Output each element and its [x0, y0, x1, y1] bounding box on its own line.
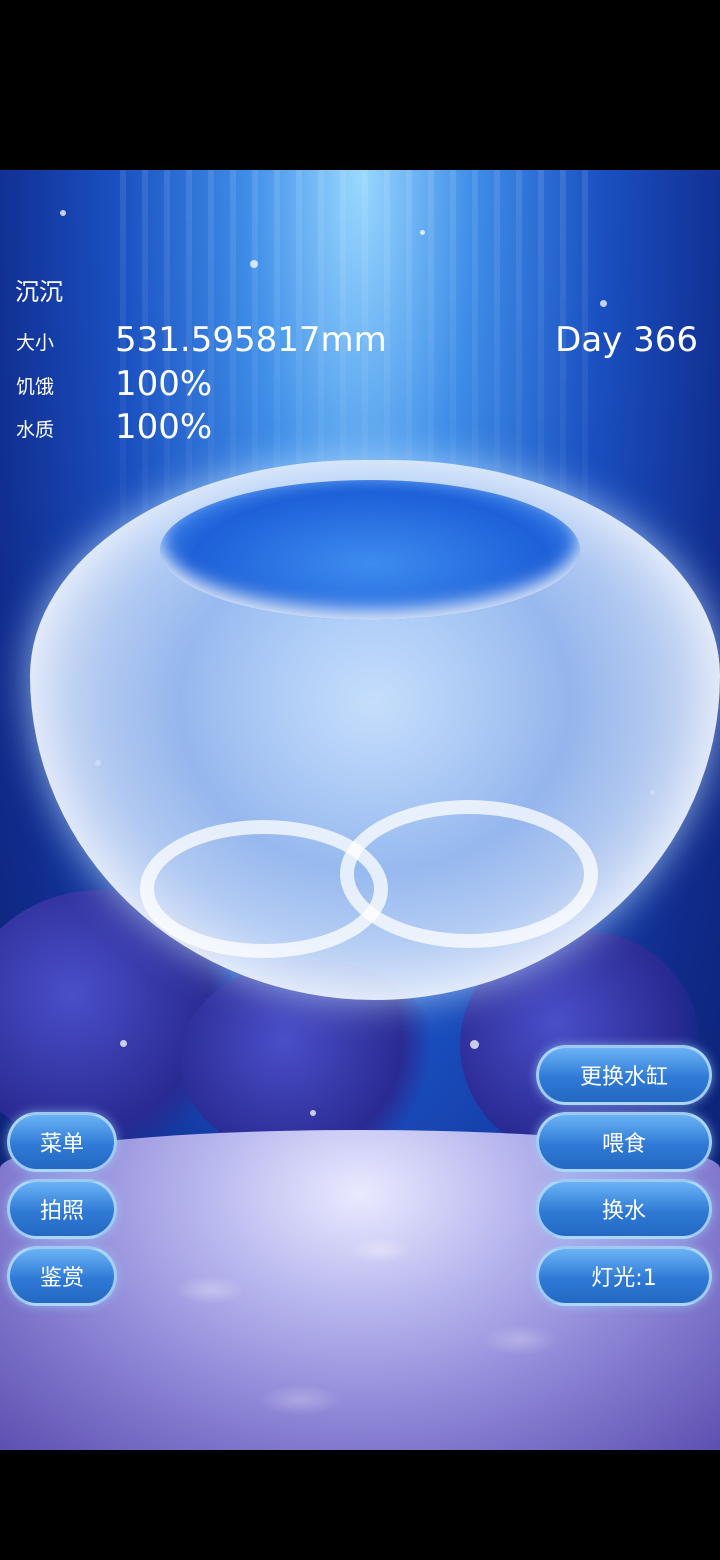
change-tank-button[interactable]: 更换水缸 [536, 1045, 712, 1105]
change-water-button[interactable]: 换水 [536, 1179, 712, 1239]
size-value: 531.595817mm [115, 320, 387, 360]
bubble [60, 210, 66, 216]
appreciate-button[interactable]: 鉴赏 [7, 1246, 117, 1306]
hunger-value: 100% [115, 364, 213, 404]
bubble [600, 300, 607, 307]
size-label: 大小 [16, 332, 55, 354]
water-quality-value: 100% [115, 407, 213, 447]
jellyfish-name: 沉沉 [15, 278, 63, 306]
bubble [120, 1040, 127, 1047]
top-black-bar [0, 0, 720, 170]
jellyfish-bell-opening [160, 480, 580, 620]
bubble [310, 1110, 316, 1116]
photo-button[interactable]: 拍照 [7, 1179, 117, 1239]
bubble [420, 230, 425, 235]
bubble [470, 1040, 479, 1049]
hunger-label: 饥饿 [16, 376, 55, 398]
water-quality-label: 水质 [16, 419, 55, 441]
jellyfish-gonad-right [340, 800, 598, 948]
feed-button[interactable]: 喂食 [536, 1112, 712, 1172]
bottom-black-bar [0, 1450, 720, 1560]
menu-button[interactable]: 菜单 [7, 1112, 117, 1172]
bubble [250, 260, 258, 268]
day-counter: Day 366 [555, 320, 698, 360]
light-button[interactable]: 灯光:1 [536, 1246, 712, 1306]
